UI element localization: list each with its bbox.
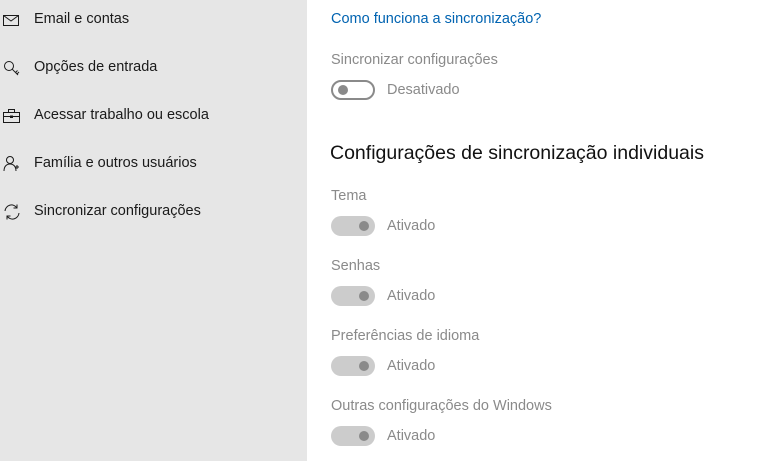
- sync-settings-label: Sincronizar configurações: [331, 52, 498, 68]
- sidebar-item-label: Acessar trabalho ou escola: [34, 107, 209, 123]
- sync-settings-state: Desativado: [387, 82, 460, 98]
- settings-window: Email e contas Opções de entrada Acessar…: [0, 0, 760, 461]
- sidebar-item-access-work-school[interactable]: Acessar trabalho ou escola: [0, 96, 307, 136]
- sidebar: Email e contas Opções de entrada Acessar…: [0, 0, 307, 461]
- passwords-state: Ativado: [387, 288, 436, 304]
- sidebar-item-label: Opções de entrada: [34, 59, 158, 75]
- toggle-knob: [359, 291, 369, 301]
- toggle-knob: [359, 431, 369, 441]
- sidebar-item-sync-settings[interactable]: Sincronizar configurações: [0, 192, 307, 232]
- individual-sync-heading: Configurações de sincronização individua…: [330, 142, 704, 164]
- mail-icon: [2, 10, 22, 30]
- how-sync-works-link[interactable]: Como funciona a sincronização?: [331, 11, 541, 27]
- sidebar-item-sign-in-options[interactable]: Opções de entrada: [0, 48, 307, 88]
- toggle-knob: [359, 221, 369, 231]
- language-preferences-label: Preferências de idioma: [331, 328, 480, 344]
- sidebar-item-label: Família e outros usuários: [34, 155, 197, 171]
- sync-settings-toggle[interactable]: [331, 80, 375, 100]
- other-windows-settings-state: Ativado: [387, 428, 436, 444]
- sidebar-item-family-other-users[interactable]: Família e outros usuários: [0, 144, 307, 184]
- sidebar-item-email-accounts[interactable]: Email e contas: [0, 0, 307, 40]
- toggle-knob: [338, 85, 348, 95]
- passwords-toggle[interactable]: [331, 286, 375, 306]
- sidebar-item-label: Email e contas: [34, 11, 130, 27]
- language-preferences-toggle[interactable]: [331, 356, 375, 376]
- language-preferences-state: Ativado: [387, 358, 436, 374]
- theme-state: Ativado: [387, 218, 436, 234]
- sidebar-item-label: Sincronizar configurações: [34, 203, 201, 219]
- sync-icon: [2, 202, 22, 222]
- passwords-label: Senhas: [331, 258, 381, 274]
- main-content: Como funciona a sincronização? Sincroniz…: [307, 0, 760, 461]
- person-icon: [2, 154, 22, 174]
- briefcase-icon: [2, 106, 22, 126]
- other-windows-settings-toggle[interactable]: [331, 426, 375, 446]
- other-windows-settings-label: Outras configurações do Windows: [331, 398, 552, 414]
- key-icon: [2, 58, 22, 78]
- toggle-knob: [359, 361, 369, 371]
- theme-toggle[interactable]: [331, 216, 375, 236]
- theme-label: Tema: [331, 188, 367, 204]
